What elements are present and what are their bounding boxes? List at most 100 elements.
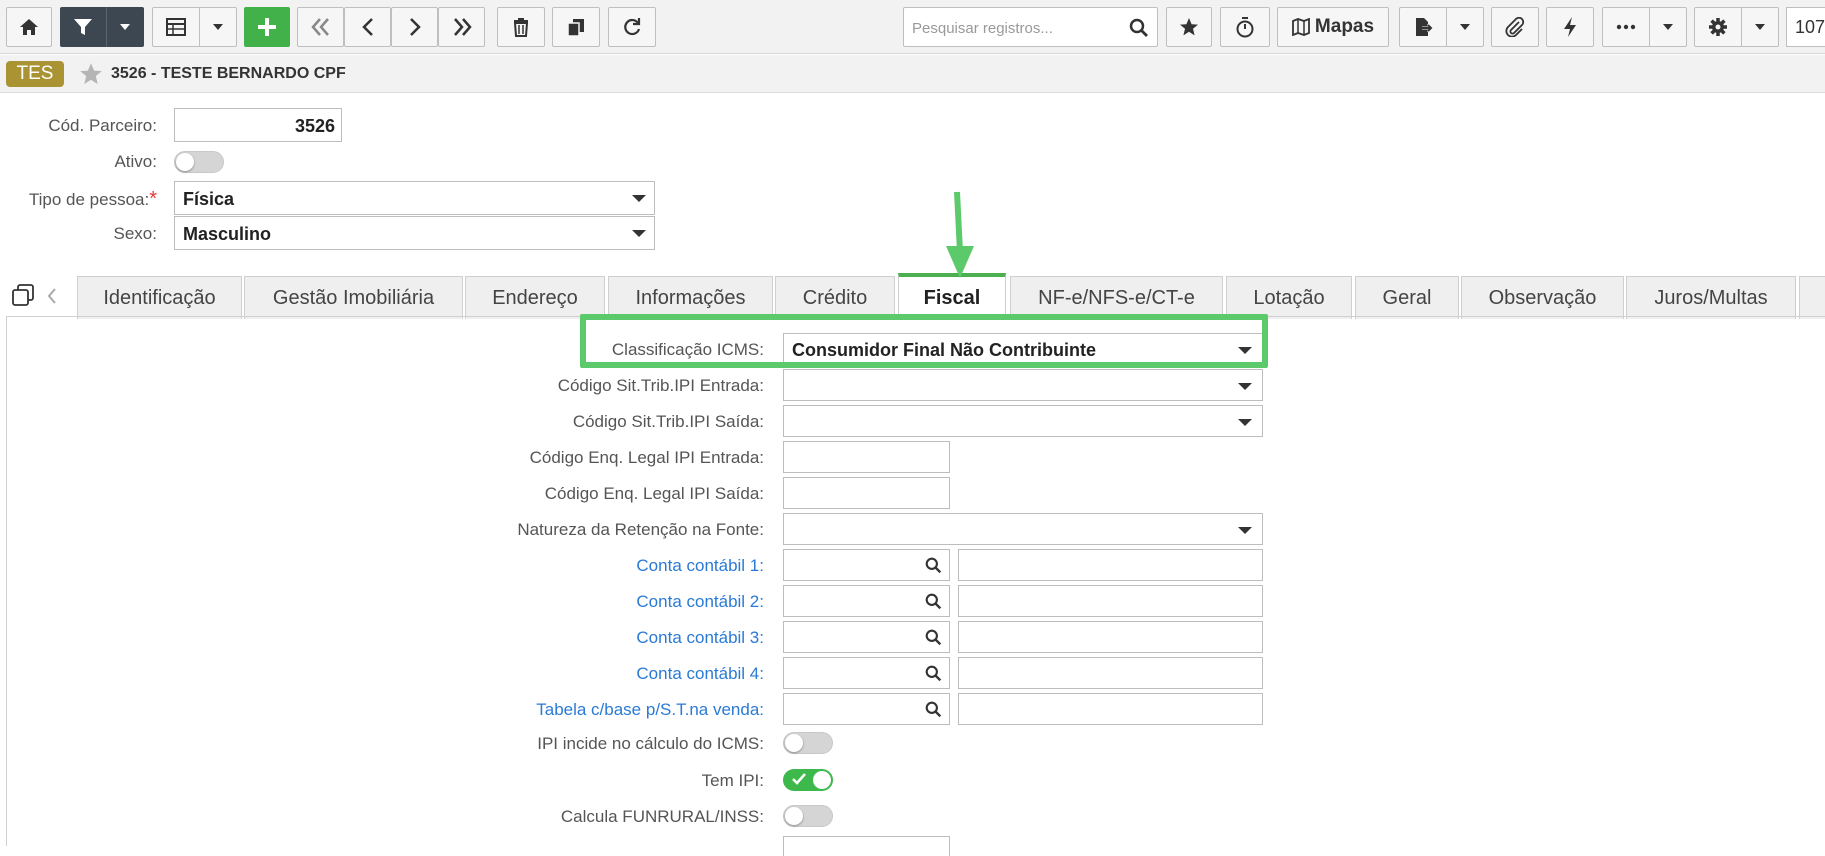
grid-view-button[interactable] bbox=[152, 7, 200, 47]
tab-fiscal[interactable]: Fiscal bbox=[898, 273, 1006, 320]
conta-contabil-3-input[interactable] bbox=[783, 621, 950, 653]
actions-button[interactable] bbox=[1546, 7, 1594, 47]
delete-button[interactable] bbox=[497, 7, 545, 47]
favorites-button[interactable] bbox=[1166, 7, 1212, 47]
filter-button[interactable] bbox=[60, 7, 106, 47]
home-icon bbox=[20, 19, 38, 35]
more-icon bbox=[1616, 24, 1636, 30]
tab-overflow[interactable] bbox=[1799, 276, 1825, 319]
tab-lotacao[interactable]: Lotação bbox=[1226, 276, 1352, 319]
previous-record-button[interactable] bbox=[344, 7, 391, 47]
maps-button[interactable]: Mapas bbox=[1277, 7, 1389, 47]
sexo-label: Sexo: bbox=[113, 224, 157, 243]
tabela-st-input[interactable] bbox=[783, 693, 950, 725]
page-indicator[interactable]: 107 bbox=[1786, 7, 1825, 47]
duplicate-button[interactable] bbox=[552, 7, 600, 47]
settings-dropdown-button[interactable] bbox=[1741, 7, 1779, 47]
conta-contabil-1-input[interactable] bbox=[783, 549, 950, 581]
chevron-down-icon bbox=[1238, 347, 1252, 354]
sexo-value: Masculino bbox=[183, 224, 272, 244]
record-title: 3526 - TESTE BERNARDO CPF bbox=[111, 65, 346, 82]
funrural-toggle[interactable] bbox=[783, 805, 833, 827]
arrow-down-icon bbox=[946, 191, 974, 278]
tab-juros-multas[interactable]: Juros/Multas bbox=[1626, 276, 1796, 319]
tab-informacoes[interactable]: Informações bbox=[608, 276, 773, 319]
search-icon[interactable] bbox=[1129, 18, 1149, 38]
grid-dropdown-button[interactable] bbox=[199, 7, 237, 47]
enq-ipi-entrada-input[interactable] bbox=[783, 441, 950, 473]
ativo-toggle[interactable] bbox=[174, 151, 224, 173]
tab-geral[interactable]: Geral bbox=[1355, 276, 1459, 319]
last-record-button[interactable] bbox=[438, 7, 485, 47]
ipi-icms-toggle[interactable] bbox=[783, 732, 833, 754]
tabela-st-description bbox=[958, 693, 1263, 725]
more-button[interactable] bbox=[1602, 7, 1650, 47]
tem-ipi-toggle[interactable] bbox=[783, 769, 833, 791]
enq-ipi-saida-label: Código Enq. Legal IPI Saída: bbox=[544, 484, 764, 503]
settings-button[interactable] bbox=[1694, 7, 1742, 47]
tab-observacao[interactable]: Observação bbox=[1461, 276, 1624, 319]
filter-dropdown-button[interactable] bbox=[106, 7, 144, 47]
conta-contabil-4-label[interactable]: Conta contábil 4: bbox=[636, 664, 764, 684]
tab-credito[interactable]: Crédito bbox=[775, 276, 895, 319]
export-dropdown-button[interactable] bbox=[1446, 7, 1484, 47]
record-header: TES 3526 - TESTE BERNARDO CPF bbox=[0, 55, 1825, 93]
conta-contabil-2-label[interactable]: Conta contábil 2: bbox=[636, 592, 764, 612]
previous-icon bbox=[361, 18, 373, 36]
star-icon[interactable] bbox=[79, 62, 103, 86]
tipo-pessoa-select[interactable]: Física bbox=[174, 181, 655, 215]
next-record-button[interactable] bbox=[391, 7, 438, 47]
last-icon bbox=[453, 18, 472, 36]
first-record-button[interactable] bbox=[297, 7, 344, 47]
natureza-retencao-label: Natureza da Retenção na Fonte: bbox=[517, 520, 764, 539]
add-button[interactable] bbox=[244, 7, 290, 47]
export-button[interactable] bbox=[1399, 7, 1447, 47]
toolbar: Mapas 107 bbox=[0, 0, 1825, 54]
cst-ipi-saida-select[interactable] bbox=[783, 405, 1263, 437]
funrural-label: Calcula FUNRURAL/INSS: bbox=[560, 807, 764, 826]
tab-endereco[interactable]: Endereço bbox=[465, 276, 605, 319]
copy-icon bbox=[567, 19, 584, 37]
grid-icon bbox=[166, 18, 186, 36]
copy-icon[interactable] bbox=[12, 284, 34, 306]
chevron-left-icon[interactable] bbox=[46, 287, 58, 305]
chevron-down-icon bbox=[632, 195, 646, 202]
more-dropdown-button[interactable] bbox=[1649, 7, 1687, 47]
conta-contabil-4-input[interactable] bbox=[783, 657, 950, 689]
cod-parceiro-field[interactable]: 3526 bbox=[174, 108, 342, 142]
search-icon[interactable] bbox=[925, 557, 942, 574]
trash-icon bbox=[513, 18, 529, 37]
bolt-icon bbox=[1564, 17, 1576, 37]
search-icon[interactable] bbox=[925, 629, 942, 646]
search-icon[interactable] bbox=[925, 665, 942, 682]
enq-ipi-saida-input[interactable] bbox=[783, 477, 950, 509]
natureza-retencao-select[interactable] bbox=[783, 513, 1263, 545]
search-icon[interactable] bbox=[925, 593, 942, 610]
sexo-select[interactable]: Masculino bbox=[174, 216, 655, 250]
tem-ipi-label: Tem IPI: bbox=[701, 771, 764, 790]
chevron-down-icon bbox=[1238, 383, 1252, 390]
conta-contabil-3-description bbox=[958, 621, 1263, 653]
cst-ipi-entrada-select[interactable] bbox=[783, 369, 1263, 401]
search-icon[interactable] bbox=[925, 701, 942, 718]
tab-identificacao[interactable]: Identificação bbox=[77, 276, 242, 319]
conta-contabil-2-input[interactable] bbox=[783, 585, 950, 617]
cod-parceiro-label: Cód. Parceiro: bbox=[48, 116, 157, 135]
attachments-button[interactable] bbox=[1491, 7, 1539, 47]
home-button[interactable] bbox=[6, 7, 52, 47]
conta-contabil-1-description bbox=[958, 549, 1263, 581]
tab-gestao-imobiliaria[interactable]: Gestão Imobiliária bbox=[244, 276, 463, 319]
refresh-button[interactable] bbox=[608, 7, 656, 47]
conta-contabil-3-label[interactable]: Conta contábil 3: bbox=[636, 628, 764, 648]
search-input[interactable] bbox=[910, 17, 1124, 39]
next-field-input[interactable] bbox=[783, 836, 950, 856]
classificacao-icms-select[interactable]: Consumidor Final Não Contribuinte bbox=[783, 333, 1263, 365]
search-box[interactable] bbox=[903, 7, 1158, 47]
tabela-st-label[interactable]: Tabela c/base p/S.T.na venda: bbox=[536, 700, 764, 720]
conta-contabil-1-label[interactable]: Conta contábil 1: bbox=[636, 556, 764, 576]
timer-button[interactable] bbox=[1220, 7, 1270, 47]
chevron-down-icon bbox=[1460, 24, 1470, 30]
conta-contabil-4-description bbox=[958, 657, 1263, 689]
tab-nfe[interactable]: NF-e/NFS-e/CT-e bbox=[1010, 276, 1223, 319]
maps-label: Mapas bbox=[1314, 16, 1375, 37]
